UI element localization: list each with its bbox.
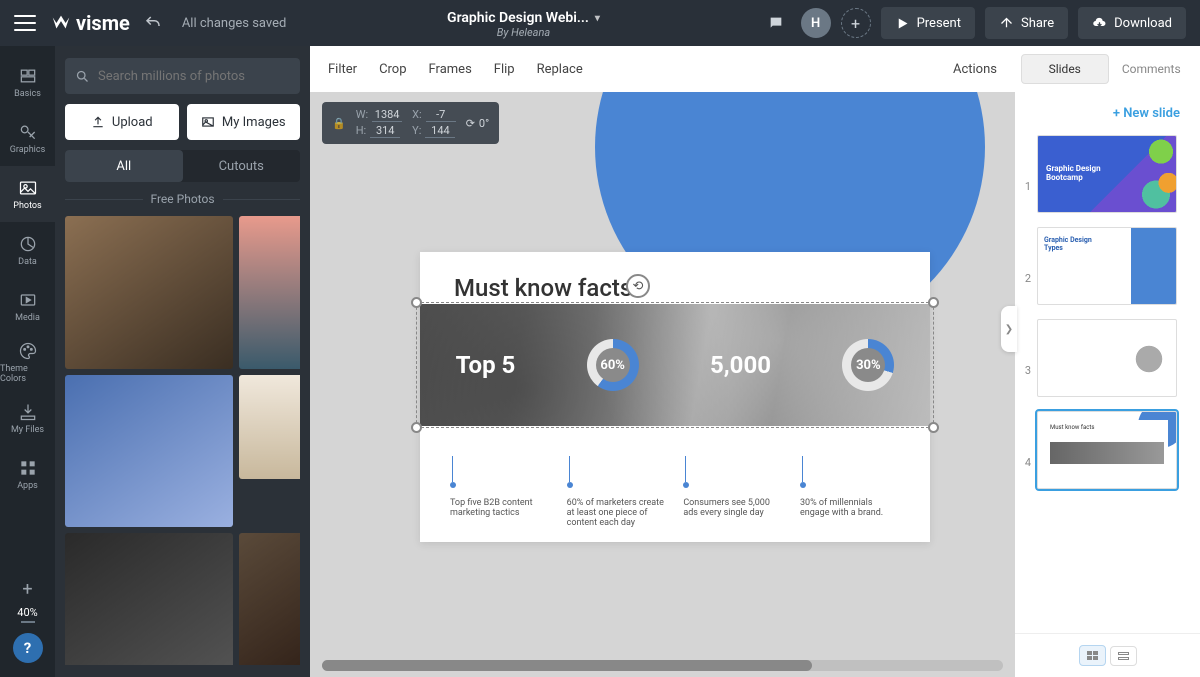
tab-slides[interactable]: Slides — [1021, 54, 1109, 84]
canvas[interactable]: Must know facts ⟲ Top 5 60% 5,000 30% To… — [310, 92, 1015, 677]
right-panel: Slides Comments New slide 1▸ 2▸ 3▸ 4Must… — [1015, 46, 1200, 677]
logo[interactable]: visme — [50, 11, 130, 35]
avatar[interactable]: H — [801, 8, 831, 38]
resize-handle[interactable] — [928, 422, 939, 433]
fact-text[interactable]: Consumers see 5,000 ads every single day — [683, 482, 783, 528]
save-status: All changes saved — [182, 16, 287, 31]
actions-button[interactable]: Actions — [953, 62, 997, 77]
fact-text[interactable]: Top five B2B content marketing tactics — [450, 482, 550, 528]
download-button[interactable]: Download — [1078, 7, 1186, 39]
slide-thumb[interactable]: ▸ — [1037, 135, 1177, 213]
slide-thumb[interactable]: ▸ — [1037, 227, 1177, 305]
resize-handle[interactable] — [928, 297, 939, 308]
present-button[interactable]: Present — [881, 7, 975, 39]
add-user-button[interactable]: + — [841, 8, 871, 38]
photo-thumb[interactable] — [239, 533, 300, 665]
context-toolbar: Filter Crop Frames Flip Replace Actions — [310, 46, 1015, 92]
rail-data[interactable]: Data — [0, 222, 55, 278]
filter-button[interactable]: Filter — [328, 62, 357, 77]
crop-button[interactable]: Crop — [379, 62, 406, 77]
rail-my-files[interactable]: My Files — [0, 390, 55, 446]
project-title[interactable]: Graphic Design Webi...▾ — [447, 10, 600, 26]
expand-panel-button[interactable]: ❯ — [1001, 306, 1017, 352]
photo-thumb[interactable] — [239, 375, 300, 479]
search-icon — [75, 69, 90, 84]
rail-graphics[interactable]: Graphics — [0, 110, 55, 166]
slide-thumb[interactable]: Must know facts▸ — [1037, 411, 1177, 489]
view-switcher — [1015, 633, 1200, 677]
fact-text[interactable]: 30% of millennials engage with a brand. — [800, 482, 900, 528]
menu-icon[interactable] — [14, 15, 36, 31]
fact-text[interactable]: 60% of marketers create at least one pie… — [567, 482, 667, 528]
transition-icon[interactable]: ▸ — [1148, 396, 1166, 397]
rail-basics[interactable]: Basics — [0, 54, 55, 110]
right-tabs: Slides Comments — [1015, 46, 1200, 92]
rail-photos[interactable]: Photos — [0, 166, 55, 222]
canvas-area: Filter Crop Frames Flip Replace Actions … — [310, 46, 1015, 677]
flip-button[interactable]: Flip — [494, 62, 515, 77]
chevron-down-icon: ▾ — [595, 13, 600, 24]
rail-theme-colors[interactable]: Theme Colors — [0, 334, 55, 390]
zoom-out-button[interactable] — [21, 621, 35, 623]
top-bar: visme All changes saved Graphic Design W… — [0, 0, 1200, 46]
grid-view-button[interactable] — [1079, 645, 1106, 666]
list-view-button[interactable] — [1110, 646, 1137, 666]
rail-apps[interactable]: Apps — [0, 446, 55, 502]
slide-title[interactable]: Must know facts — [420, 252, 930, 302]
replace-button[interactable]: Replace — [537, 62, 583, 77]
share-button[interactable]: Share — [985, 7, 1068, 39]
frames-button[interactable]: Frames — [429, 62, 472, 77]
tab-all[interactable]: All — [65, 150, 183, 182]
zoom-in-button[interactable]: + — [15, 576, 41, 602]
tab-cutouts[interactable]: Cutouts — [183, 150, 301, 182]
transition-icon[interactable]: ▸ — [1148, 304, 1166, 305]
photo-thumb[interactable] — [239, 216, 300, 369]
section-label: Free Photos — [65, 192, 300, 206]
rotate-handle[interactable]: ⟲ — [626, 274, 650, 298]
zoom-level[interactable]: 40% — [17, 606, 37, 619]
search-input[interactable] — [65, 58, 300, 94]
resize-handle[interactable] — [411, 297, 422, 308]
byline: By Heleana — [300, 26, 746, 39]
resize-handle[interactable] — [411, 422, 422, 433]
title-block: Graphic Design Webi...▾ By Heleana — [300, 7, 746, 39]
comment-icon[interactable] — [761, 8, 791, 38]
slide-thumbnails: 1▸ 2▸ 3▸ 4Must know facts▸ — [1015, 135, 1200, 633]
left-rail: Basics Graphics Photos Data Media Theme … — [0, 46, 55, 677]
undo-icon[interactable] — [144, 14, 162, 32]
slide-thumb[interactable]: ▸ — [1037, 319, 1177, 397]
fact-row: Top five B2B content marketing tactics 6… — [450, 482, 900, 528]
slide[interactable]: Must know facts ⟲ Top 5 60% 5,000 30% To… — [420, 252, 930, 542]
transition-icon[interactable]: ▸ — [1148, 212, 1166, 213]
photo-tabs: All Cutouts — [65, 150, 300, 182]
new-slide-button[interactable]: New slide — [1015, 92, 1200, 135]
photos-panel: Upload My Images All Cutouts Free Photos — [55, 46, 310, 677]
horizontal-scrollbar[interactable] — [322, 660, 1003, 671]
rail-media[interactable]: Media — [0, 278, 55, 334]
photo-grid — [65, 216, 300, 665]
photo-thumb[interactable] — [65, 375, 233, 528]
photo-thumb[interactable] — [65, 216, 233, 369]
tab-comments[interactable]: Comments — [1109, 55, 1195, 83]
upload-button[interactable]: Upload — [65, 104, 179, 140]
help-button[interactable]: ? — [13, 633, 43, 663]
my-images-button[interactable]: My Images — [187, 104, 301, 140]
photo-thumb[interactable] — [65, 533, 233, 665]
transition-icon[interactable]: ▸ — [1148, 488, 1166, 489]
